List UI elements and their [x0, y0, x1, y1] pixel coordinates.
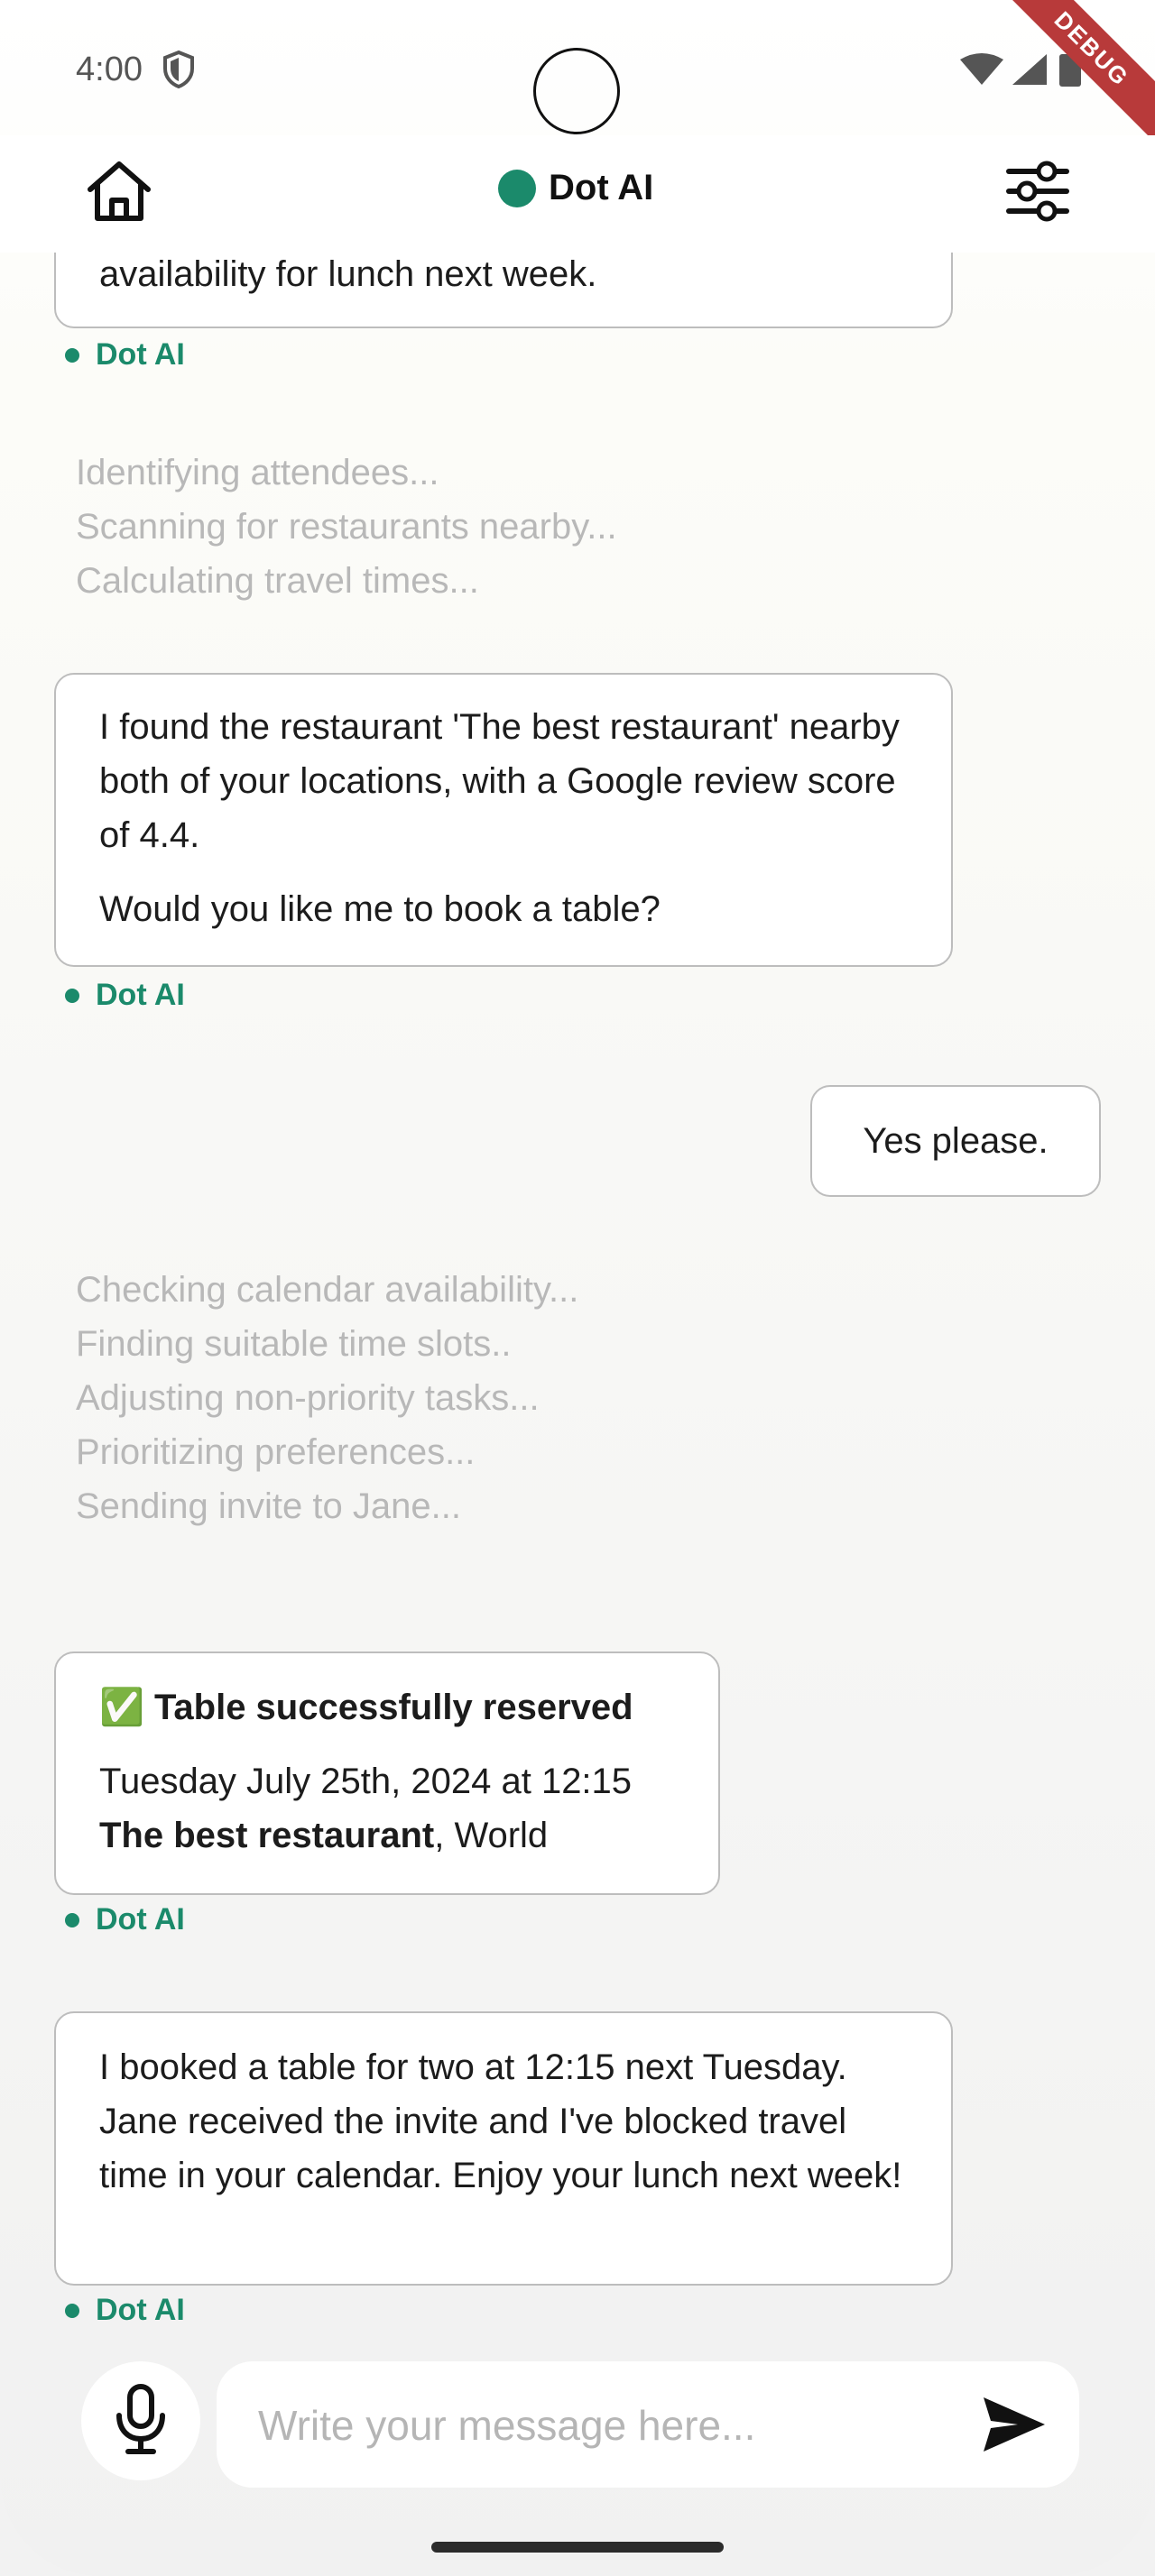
thinking-step: Sending invite to Jane... [76, 1486, 461, 1526]
app-title: Dot AI [498, 168, 653, 208]
shield-icon [161, 50, 197, 94]
thinking-step: Adjusting non-priority tasks... [76, 1378, 540, 1418]
message-input[interactable] [256, 2387, 964, 2464]
thinking-step: Calculating travel times... [76, 561, 479, 601]
sender-dot [65, 2303, 79, 2318]
app-title-text: Dot AI [549, 168, 654, 207]
thinking-step: Identifying attendees... [76, 453, 439, 492]
app-bar: Dot AI [0, 135, 1155, 253]
message-text: I found the restaurant 'The best restaur… [99, 707, 900, 855]
message-text: Yes please. [863, 1121, 1049, 1161]
thinking-step: Checking calendar availability... [76, 1270, 579, 1310]
message-input-container [217, 2361, 1079, 2488]
thinking-steps: Identifying attendees... Scanning for re… [76, 446, 617, 608]
sender-label: Dot AI [65, 1902, 185, 1937]
status-dot [498, 169, 536, 207]
message-text: Would you like me to book a table? [99, 889, 661, 929]
reservation-heading: ✅ Table successfully reserved [99, 1680, 675, 1734]
sender-label: Dot AI [65, 2293, 185, 2328]
sender-name: Dot AI [96, 337, 185, 372]
message-composer [0, 2345, 1155, 2488]
home-button[interactable] [83, 155, 155, 227]
status-bar: 4:00 DEBUG [0, 0, 1155, 161]
settings-button[interactable] [1003, 155, 1072, 227]
ai-message-bubble: I found the restaurant 'The best restaur… [54, 673, 953, 967]
sender-name: Dot AI [96, 978, 185, 1012]
sender-dot [65, 988, 79, 1003]
reservation-card: ✅ Table successfully reserved Tuesday Ju… [54, 1651, 720, 1895]
sender-label: Dot AI [65, 337, 185, 373]
thinking-step: Finding suitable time slots.. [76, 1324, 512, 1364]
sender-name: Dot AI [96, 1902, 185, 1937]
send-icon [978, 2397, 1050, 2464]
sender-dot [65, 347, 79, 363]
message-text: I booked a table for two at 12:15 next T… [99, 2047, 902, 2195]
home-icon [83, 161, 155, 231]
reservation-heading-text: Table successfully reserved [153, 1688, 633, 1727]
check-icon: ✅ [99, 1688, 144, 1727]
mic-button[interactable] [81, 2361, 200, 2480]
reservation-place: The best restaurant, World [99, 1808, 675, 1863]
mic-icon [112, 2383, 170, 2460]
camera-cutout [533, 48, 620, 134]
status-time: 4:00 [76, 51, 143, 88]
reservation-datetime: Tuesday July 25th, 2024 at 12:15 [99, 1762, 633, 1801]
sender-name: Dot AI [96, 2293, 185, 2327]
message-text: availability for lunch next week. [99, 254, 597, 294]
ai-message-bubble: I booked a table for two at 12:15 next T… [54, 2011, 953, 2286]
app-screen: 4:00 DEBUG Dot AI availability for lunch… [0, 0, 1155, 2576]
home-indicator [431, 2542, 724, 2553]
restaurant-name: The best restaurant [99, 1816, 435, 1855]
user-message-bubble: Yes please. [810, 1085, 1101, 1197]
sliders-icon [1003, 161, 1072, 231]
thinking-step: Scanning for restaurants nearby... [76, 507, 617, 547]
sender-dot [65, 1912, 79, 1927]
sender-label: Dot AI [65, 978, 185, 1013]
send-button[interactable] [978, 2388, 1050, 2461]
thinking-steps: Checking calendar availability... Findin… [76, 1263, 578, 1533]
restaurant-location: , World [434, 1816, 549, 1855]
thinking-step: Prioritizing preferences... [76, 1432, 476, 1472]
